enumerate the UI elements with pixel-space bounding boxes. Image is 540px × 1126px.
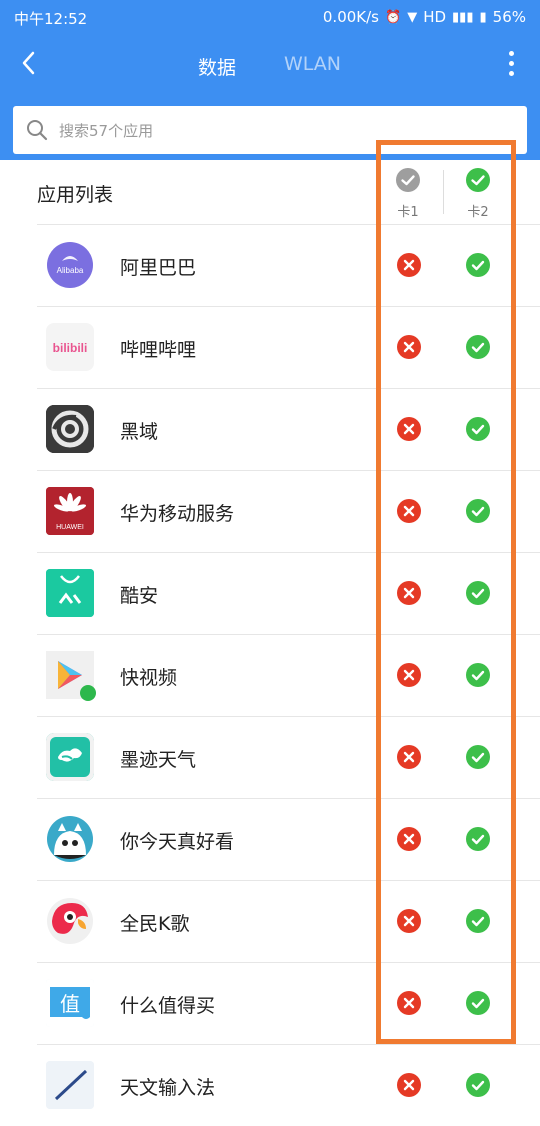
cross-icon[interactable] — [397, 417, 421, 441]
black-domain-app-icon — [46, 405, 94, 453]
smzdm-app-icon: 值 — [46, 979, 94, 1027]
tab-wlan[interactable]: WLAN — [284, 53, 341, 75]
app-header: 中午12:52 0.00K/s ⏰ ▼ HD ▮▮▮ ▮ 56% 数据 WLAN — [0, 0, 540, 160]
col-card1-header[interactable]: 卡1 — [388, 167, 428, 220]
check-icon[interactable] — [466, 663, 490, 687]
battery-icon: ▮ — [479, 9, 487, 25]
network-type: HD — [423, 8, 447, 26]
check-icon[interactable] — [466, 745, 490, 769]
status-bar: 中午12:52 0.00K/s ⏰ ▼ HD ▮▮▮ ▮ 56% — [0, 0, 540, 34]
battery-level: 56% — [492, 8, 526, 26]
list-item: 值 什么值得买 — [0, 962, 540, 1044]
tab-data[interactable]: 数据 — [198, 53, 236, 80]
list-item: 天文输入法 — [0, 1044, 540, 1126]
network-speed: 0.00K/s — [322, 8, 379, 26]
app-list: Alibaba 阿里巴巴 bilibili 哔哩哔哩 黑域 HUAWEI 华为移… — [0, 224, 540, 1126]
smzdm-icon-text: 值 — [60, 992, 80, 1016]
app-name: 哔哩哔哩 — [120, 339, 197, 361]
app-name: 墨迹天气 — [120, 749, 197, 771]
list-item: 你今天真好看 — [0, 798, 540, 880]
list-title: 应用列表 — [37, 184, 114, 206]
app-name: 华为移动服务 — [120, 503, 235, 525]
app-name: 阿里巴巴 — [120, 257, 197, 279]
search-input[interactable] — [57, 116, 501, 146]
alibaba-app-icon: Alibaba — [46, 241, 94, 289]
status-right: 0.00K/s ⏰ ▼ HD ▮▮▮ ▮ 56% — [323, 8, 526, 26]
nav-bar: 数据 WLAN — [0, 40, 540, 88]
moji-weather-app-icon — [46, 733, 94, 781]
list-item: 酷安 — [0, 552, 540, 634]
cross-icon[interactable] — [397, 991, 421, 1015]
list-item: Alibaba 阿里巴巴 — [0, 224, 540, 306]
app-name: 你今天真好看 — [120, 831, 235, 853]
check-icon[interactable] — [466, 253, 490, 277]
list-item: 快视频 — [0, 634, 540, 716]
alarm-icon: ⏰ — [385, 9, 402, 25]
bilibili-app-icon: bilibili — [46, 323, 94, 371]
list-item: 全民K歌 — [0, 880, 540, 962]
status-time: 中午12:52 — [14, 10, 88, 28]
bilibili-icon-text: bilibili — [53, 341, 88, 355]
cross-icon[interactable] — [397, 745, 421, 769]
check-icon[interactable] — [466, 991, 490, 1015]
back-arrow-icon[interactable] — [18, 48, 42, 78]
col-card2-header[interactable]: 卡2 — [458, 167, 498, 220]
app-name: 什么值得买 — [120, 995, 216, 1017]
karaoke-app-icon — [46, 897, 94, 945]
cross-icon[interactable] — [397, 1073, 421, 1097]
app-name: 快视频 — [120, 667, 178, 689]
list-item: HUAWEI 华为移动服务 — [0, 470, 540, 552]
check-icon[interactable] — [466, 335, 490, 359]
app-name: 黑域 — [120, 421, 159, 443]
list-item: bilibili 哔哩哔哩 — [0, 306, 540, 388]
cross-icon[interactable] — [397, 909, 421, 933]
check-icon[interactable] — [466, 827, 490, 851]
app-name: 天文输入法 — [120, 1077, 216, 1099]
app-name: 全民K歌 — [120, 913, 190, 935]
check-icon[interactable] — [466, 909, 490, 933]
header-divider — [443, 170, 444, 214]
more-vertical-icon[interactable] — [508, 51, 516, 79]
cross-icon[interactable] — [397, 663, 421, 687]
coolapk-app-icon — [46, 569, 94, 617]
app-name: 酷安 — [120, 585, 159, 607]
kuai-video-app-icon — [46, 651, 96, 701]
list-item: 黑域 — [0, 388, 540, 470]
check-icon[interactable] — [466, 499, 490, 523]
card2-all-check-icon — [466, 168, 490, 192]
cross-icon[interactable] — [397, 335, 421, 359]
list-item: 墨迹天气 — [0, 716, 540, 798]
cat-app-icon — [46, 815, 94, 863]
search-box[interactable] — [13, 106, 527, 154]
col-card2-label: 卡2 — [467, 205, 489, 220]
signal-icon: ▮▮▮ — [452, 9, 474, 25]
check-icon[interactable] — [466, 417, 490, 441]
wifi-icon: ▼ — [407, 9, 418, 25]
huawei-icon-text: HUAWEI — [56, 524, 84, 531]
check-icon[interactable] — [466, 581, 490, 605]
huawei-app-icon: HUAWEI — [46, 487, 94, 535]
check-icon[interactable] — [466, 1073, 490, 1097]
cross-icon[interactable] — [397, 827, 421, 851]
search-icon — [27, 120, 48, 141]
cross-icon[interactable] — [397, 499, 421, 523]
cross-icon[interactable] — [397, 253, 421, 277]
input-method-app-icon — [46, 1061, 94, 1109]
card1-all-check-icon — [396, 168, 420, 192]
col-card1-label: 卡1 — [397, 205, 419, 220]
alibaba-icon-text: Alibaba — [57, 266, 84, 275]
cross-icon[interactable] — [397, 581, 421, 605]
